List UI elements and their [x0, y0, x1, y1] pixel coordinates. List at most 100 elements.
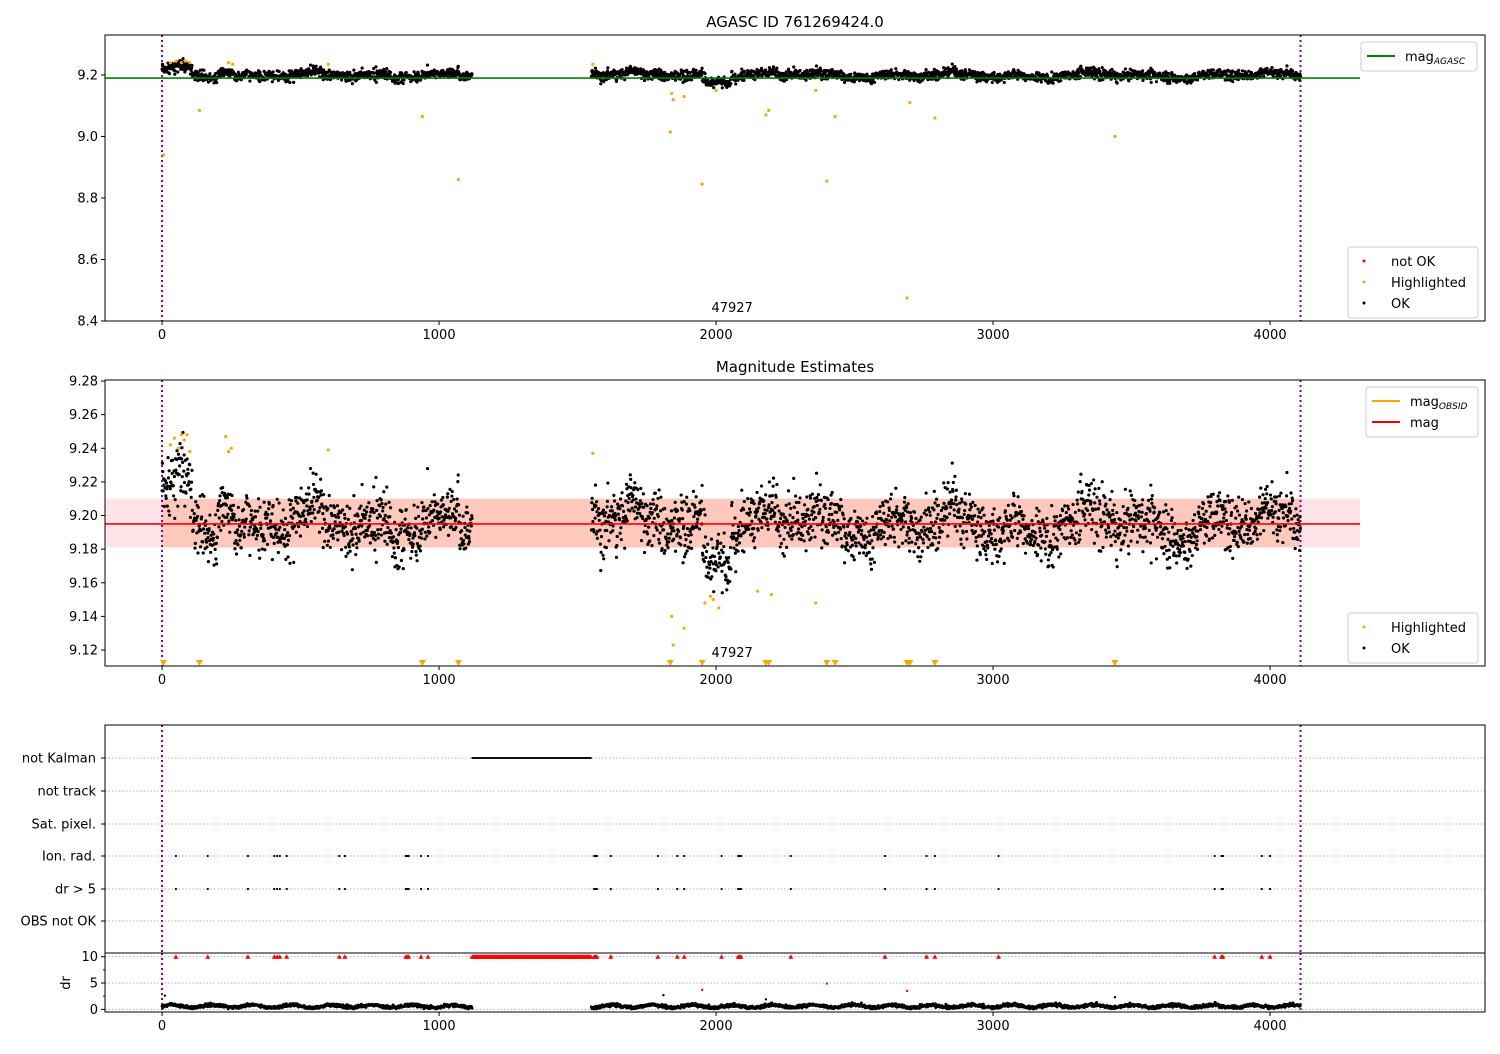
figure-canvas: AGASC ID 761269424.047927010002000300040…	[0, 0, 1500, 1050]
legend-subscript: AGASC	[1433, 57, 1466, 67]
ok-point	[954, 495, 957, 498]
ok-point	[232, 504, 235, 507]
ok-point	[693, 506, 696, 509]
ok-point	[613, 499, 616, 502]
ok-point	[791, 516, 794, 519]
ok-point	[348, 545, 351, 548]
ok-point	[1016, 544, 1019, 547]
ok-point	[380, 533, 383, 536]
x-tick-label: 3000	[977, 328, 1010, 343]
ok-point	[274, 528, 277, 531]
ok-point	[1155, 80, 1158, 83]
ok-point	[421, 528, 424, 531]
ok-point	[634, 497, 637, 500]
ok-point	[1110, 68, 1113, 71]
ok-point	[295, 496, 298, 499]
ok-point	[1047, 564, 1050, 567]
ok-point	[816, 504, 819, 507]
ok-point	[245, 73, 248, 76]
ok-point	[788, 514, 791, 517]
ok-point	[924, 68, 927, 71]
ok-point	[700, 500, 703, 503]
ok-point	[243, 536, 246, 539]
ok-point	[337, 516, 340, 519]
ok-point	[642, 492, 645, 495]
ok-point	[381, 506, 384, 509]
ok-point	[793, 506, 796, 509]
ok-point	[302, 514, 305, 517]
ok-point	[312, 483, 315, 486]
ok-point	[662, 528, 665, 531]
ok-point	[1040, 534, 1043, 537]
ok-point	[979, 516, 982, 519]
ok-point	[933, 490, 936, 493]
ok-point	[186, 457, 189, 460]
ok-point	[188, 463, 191, 466]
ok-point	[706, 576, 709, 579]
ok-point	[756, 510, 759, 513]
ok-point	[789, 507, 792, 510]
ok-point	[899, 528, 902, 531]
ok-point	[996, 560, 999, 563]
ok-point	[414, 517, 417, 520]
ok-point	[176, 70, 179, 73]
ok-point	[998, 516, 1001, 519]
ok-point	[902, 525, 905, 528]
ok-point	[948, 490, 951, 493]
ok-point	[307, 486, 310, 489]
ok-point	[926, 535, 929, 538]
ok-point	[970, 529, 973, 532]
ok-point	[703, 560, 706, 563]
ok-point	[729, 546, 732, 549]
ok-point	[411, 546, 414, 549]
ok-point	[1004, 509, 1007, 512]
ok-point	[166, 456, 169, 459]
ok-point	[235, 531, 238, 534]
ok-point	[232, 516, 235, 519]
ok-point	[289, 503, 292, 506]
ok-point	[284, 558, 287, 561]
ok-point	[902, 514, 905, 517]
highlighted-point	[825, 179, 828, 182]
ok-point	[943, 519, 946, 522]
ok-point	[767, 528, 770, 531]
ok-point	[682, 525, 685, 528]
ok-point	[887, 514, 890, 517]
ok-point	[683, 544, 686, 547]
ok-point	[753, 536, 756, 539]
ok-point	[666, 546, 669, 549]
ok-point	[835, 538, 838, 541]
ok-point	[610, 505, 613, 508]
ok-point	[949, 506, 952, 509]
ok-point	[742, 550, 745, 553]
ok-point	[695, 495, 698, 498]
ok-point	[331, 533, 334, 536]
highlighted-point	[814, 89, 817, 92]
ok-point	[1088, 513, 1091, 516]
ok-point	[240, 546, 243, 549]
ok-point	[629, 473, 632, 476]
ok-point	[290, 499, 293, 502]
ok-point	[775, 483, 778, 486]
ok-point	[984, 549, 987, 552]
ok-point	[1016, 537, 1019, 540]
ok-point	[683, 500, 686, 503]
ok-point	[201, 540, 204, 543]
ok-point	[904, 539, 907, 542]
ok-point	[1067, 507, 1070, 510]
ok-point	[174, 469, 177, 472]
ok-point	[860, 529, 863, 532]
ok-point	[402, 548, 405, 551]
ok-point	[374, 534, 377, 537]
ok-point	[968, 493, 971, 496]
ok-point	[1071, 517, 1074, 520]
ok-point	[269, 519, 272, 522]
ok-point	[283, 537, 286, 540]
ok-point	[955, 503, 958, 506]
ok-point	[381, 509, 384, 512]
ok-point	[307, 493, 310, 496]
ok-point	[960, 500, 963, 503]
ok-point	[326, 544, 329, 547]
ok-point	[951, 63, 954, 66]
ok-point	[163, 505, 166, 508]
